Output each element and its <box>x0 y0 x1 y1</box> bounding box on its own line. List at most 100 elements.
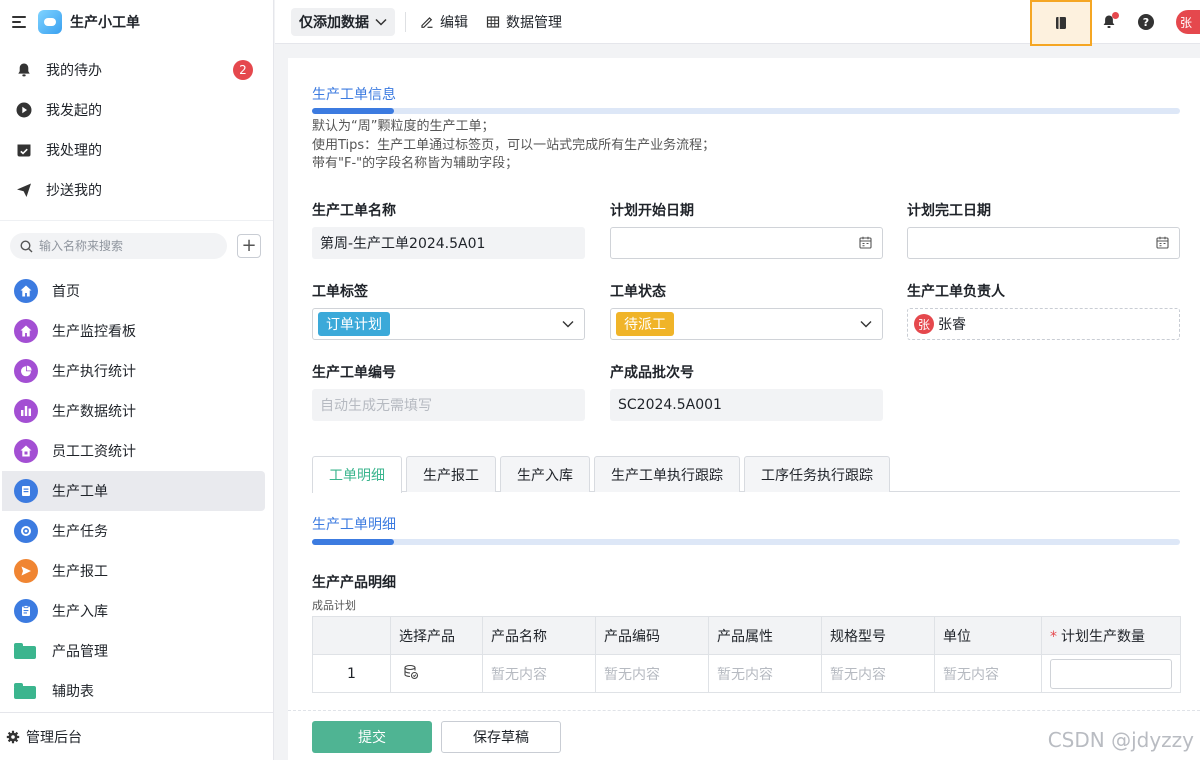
sidebar-header: 生产小工单 <box>0 0 273 44</box>
description-line: 使用Tips：生产工单通过标签页，可以一站式完成所有生产业务流程； <box>312 137 716 153</box>
field-label: 工单状态 <box>610 284 666 300</box>
subtable-caption: 成品计划 <box>312 599 356 612</box>
submit-button[interactable]: 提交 <box>312 721 432 753</box>
home-icon <box>14 319 38 343</box>
help-icon[interactable]: ? <box>1138 14 1154 30</box>
tab-task-tracking[interactable]: 工序任务执行跟踪 <box>744 456 890 492</box>
start-date-input[interactable] <box>610 227 883 259</box>
edit-label: 编辑 <box>440 14 468 31</box>
target-icon <box>14 519 38 543</box>
section-title-detail: 生产工单明细 <box>312 517 396 533</box>
todo-count-badge: 2 <box>233 60 253 80</box>
select-product-cell[interactable] <box>390 654 483 693</box>
sidebar-item-work-order[interactable]: 生产工单 <box>2 471 265 511</box>
field-order-tag: 工单标签 订单计划 <box>312 282 585 340</box>
order-tag-select[interactable]: 订单计划 <box>312 308 585 340</box>
product-detail-table: 选择产品 产品名称 产品编码 产品属性 规格型号 单位 * 计划生产数量 1 暂无… <box>312 616 1181 693</box>
tab-order-tracking[interactable]: 生产工单执行跟踪 <box>594 456 740 492</box>
menu-icon[interactable] <box>12 16 26 28</box>
sidebar-item-home[interactable]: 首页 <box>0 271 265 311</box>
column-header: 选择产品 <box>390 616 483 655</box>
inbox-check-icon <box>16 142 32 158</box>
sidebar-search[interactable] <box>10 233 227 259</box>
menu-item-label: 我的待办 <box>46 63 102 79</box>
sidebar-item-task[interactable]: 生产任务 <box>0 511 265 551</box>
edit-button[interactable]: 编辑 <box>420 12 468 32</box>
owner-chip[interactable]: 张 张睿 <box>914 314 966 334</box>
column-header: 规格型号 <box>821 616 935 655</box>
search-input[interactable] <box>39 239 209 253</box>
menu-item-label: 我发起的 <box>46 103 102 119</box>
tab-report[interactable]: 生产报工 <box>406 456 496 492</box>
app-logo-icon <box>38 10 62 34</box>
menu-item-handled[interactable]: 我处理的 <box>0 130 273 170</box>
sidebar-item-warehousing[interactable]: 生产入库 <box>0 591 265 631</box>
sidebar-divider <box>0 220 273 221</box>
avatar: 张 <box>914 314 934 334</box>
sidebar-item-label: 生产数据统计 <box>52 404 136 420</box>
view-mode-select[interactable]: 仅添加数据 <box>291 7 395 36</box>
save-draft-button[interactable]: 保存草稿 <box>441 721 561 753</box>
menu-item-todo[interactable]: 我的待办 2 <box>0 50 273 90</box>
database-select-icon[interactable] <box>403 664 419 680</box>
sidebar-item-monitor[interactable]: 生产监控看板 <box>0 311 265 351</box>
planned-qty-input[interactable] <box>1050 658 1172 689</box>
sidebar-item-data-stats[interactable]: 生产数据统计 <box>0 391 265 431</box>
menu-item-label: 抄送我的 <box>46 183 102 199</box>
menu-item-initiated[interactable]: 我发起的 <box>0 90 273 130</box>
field-label: 生产工单名称 <box>312 203 396 219</box>
book-button-highlighted[interactable] <box>1030 0 1092 46</box>
unit-cell: 暂无内容 <box>934 654 1042 693</box>
section-divider <box>312 108 1180 114</box>
menu-item-cc[interactable]: 抄送我的 <box>0 170 273 210</box>
end-date-input[interactable] <box>907 227 1180 259</box>
required-mark: * <box>1050 628 1057 645</box>
sidebar-item-label: 生产入库 <box>52 604 108 620</box>
owner-name: 张睿 <box>938 317 966 333</box>
column-header: 产品属性 <box>708 616 822 655</box>
subtable-title: 生产产品明细 <box>312 575 396 591</box>
folder-icon <box>14 683 36 699</box>
sidebar-item-exec-stats[interactable]: 生产执行统计 <box>0 351 265 391</box>
field-label: 计划开始日期 <box>610 203 694 219</box>
add-button[interactable]: + <box>237 234 261 258</box>
chevron-down-icon <box>562 320 574 328</box>
field-batch-number: 产成品批次号 SC2024.5A001 <box>610 363 883 421</box>
batch-number-value: SC2024.5A001 <box>610 389 883 421</box>
order-status-select[interactable]: 待派工 <box>610 308 883 340</box>
field-label: 生产工单负责人 <box>907 284 1005 300</box>
column-header: 单位 <box>934 616 1042 655</box>
home-icon <box>14 439 38 463</box>
data-manage-button[interactable]: 数据管理 <box>486 12 562 32</box>
owner-picker[interactable]: 张 张睿 <box>907 308 1180 340</box>
book-icon <box>1056 17 1066 29</box>
admin-console-link[interactable]: 管理后台 <box>0 712 273 760</box>
search-icon <box>20 239 33 253</box>
calendar-icon <box>859 236 872 249</box>
field-order-name: 生产工单名称 第周-生产工单2024.5A01 <box>312 201 585 259</box>
user-avatar[interactable]: 张 <box>1176 10 1200 34</box>
gear-icon <box>6 730 20 744</box>
row-index: 1 <box>312 654 391 693</box>
play-icon <box>16 102 32 118</box>
tab-order-detail[interactable]: 工单明细 <box>312 456 402 493</box>
tab-warehousing[interactable]: 生产入库 <box>500 456 590 492</box>
admin-console-label: 管理后台 <box>26 729 82 746</box>
order-code-value: 自动生成无需填写 <box>312 389 585 421</box>
table-icon <box>486 15 500 28</box>
field-order-owner: 生产工单负责人 张 张睿 <box>907 282 1180 340</box>
menu-item-label: 我处理的 <box>46 143 102 159</box>
sidebar-item-aux-tables[interactable]: 辅助表 <box>0 671 265 711</box>
watermark: CSDN @jdyzzy <box>1047 728 1194 752</box>
notification-button[interactable] <box>1102 12 1119 30</box>
field-order-status: 工单状态 待派工 <box>610 282 883 340</box>
sidebar-item-report[interactable]: 生产报工 <box>0 551 265 591</box>
column-header-qty: * 计划生产数量 <box>1041 616 1181 655</box>
sidebar-item-label: 生产工单 <box>52 484 108 500</box>
sidebar-nav: 首页 生产监控看板 生产执行统计 生产数据统计 员工工资统计 生产工单 生产任务… <box>0 263 273 711</box>
sidebar-item-wage-stats[interactable]: 员工工资统计 <box>0 431 265 471</box>
sidebar-item-products[interactable]: 产品管理 <box>0 631 265 671</box>
calendar-icon <box>1156 236 1169 249</box>
order-name-value: 第周-生产工单2024.5A01 <box>312 227 585 259</box>
top-toolbar: 仅添加数据 编辑 数据管理 ? 张 <box>275 0 1200 46</box>
